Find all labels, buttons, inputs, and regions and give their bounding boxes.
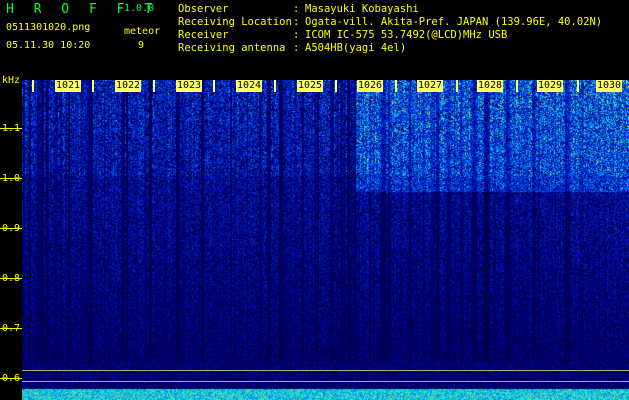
- frequency-axis: kHz 1.1 1.0 0.9 0.8 0.7 0.6: [0, 0, 22, 400]
- y-tick-label: 0.6: [2, 373, 21, 384]
- x-tick-mark: [274, 80, 276, 92]
- x-tick-label: 1022: [115, 80, 142, 92]
- header-panel: H R O F F T 1.0.0 0511301020.png meteor …: [0, 0, 629, 78]
- x-tick-label: 1030: [596, 80, 623, 92]
- x-tick-mark: [395, 80, 397, 92]
- x-tick-mark: [92, 80, 94, 92]
- reference-line: [22, 381, 629, 382]
- x-tick-mark: [335, 80, 337, 92]
- x-tick-mark: [213, 80, 215, 92]
- y-tick-label: 1.1: [2, 123, 21, 134]
- info-label: Observer: [178, 3, 229, 15]
- frequency-unit: kHz: [2, 75, 21, 86]
- info-value: ICOM IC-575 53.7492(@LCD)MHz USB: [305, 29, 508, 41]
- y-tick-label: 0.7: [2, 323, 21, 334]
- info-row-location: Receiving Location: Ogata-vill. Akita-Pre…: [178, 16, 602, 29]
- info-row-antenna: Receiving antenna: A504HB(yagi 4el): [178, 42, 602, 55]
- info-label: Receiver: [178, 29, 229, 41]
- x-tick-label: 1028: [477, 80, 504, 92]
- x-tick-mark: [32, 80, 34, 92]
- meteor-label: meteor: [124, 26, 161, 37]
- reference-line: [22, 370, 629, 371]
- app-version: 1.0.0: [124, 3, 155, 14]
- x-tick-label: 1026: [357, 80, 384, 92]
- x-tick-label: 1021: [55, 80, 82, 92]
- info-row-receiver: Receiver: ICOM IC-575 53.7492(@LCD)MHz US…: [178, 29, 602, 42]
- x-tick-label: 1024: [236, 80, 263, 92]
- x-tick-label: 1023: [176, 80, 203, 92]
- x-tick-mark: [456, 80, 458, 92]
- x-tick-mark: [153, 80, 155, 92]
- info-separator: :: [293, 42, 300, 54]
- time-axis: 1021 1022 1023 1024 1025 1026 1027 1028 …: [22, 80, 629, 94]
- info-separator: :: [293, 3, 300, 15]
- x-tick-mark: [577, 80, 579, 92]
- x-tick-label: 1027: [417, 80, 444, 92]
- info-value: Ogata-vill. Akita-Pref. JAPAN (139.96E, …: [305, 16, 603, 28]
- spectrogram: [22, 80, 629, 400]
- info-value: Masayuki Kobayashi: [305, 3, 419, 15]
- meteor-count: 9: [138, 40, 145, 51]
- info-separator: :: [293, 29, 300, 41]
- info-label: Receiving Location: [178, 16, 292, 28]
- y-tick-label: 0.8: [2, 273, 21, 284]
- info-value: A504HB(yagi 4el): [305, 42, 407, 54]
- info-separator: :: [293, 16, 300, 28]
- x-tick-mark: [516, 80, 518, 92]
- info-label: Receiving antenna: [178, 42, 286, 54]
- station-info: Observer: Masayuki Kobayashi Receiving Lo…: [178, 3, 602, 55]
- x-tick-label: 1029: [537, 80, 564, 92]
- y-tick-label: 0.9: [2, 223, 21, 234]
- info-row-observer: Observer: Masayuki Kobayashi: [178, 3, 602, 16]
- x-tick-label: 1025: [297, 80, 324, 92]
- y-tick-label: 1.0: [2, 173, 21, 184]
